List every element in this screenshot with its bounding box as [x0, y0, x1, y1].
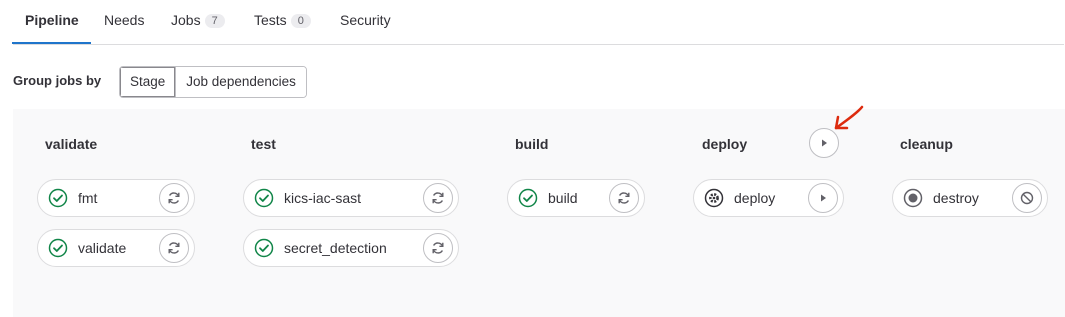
job-name: validate [78, 240, 127, 256]
status-created-icon [903, 188, 923, 208]
job-build[interactable]: build [507, 179, 645, 217]
tab-label: Tests [254, 12, 287, 28]
retry-button[interactable] [423, 183, 453, 213]
tab-needs[interactable]: Needs [104, 0, 144, 43]
retry-icon [618, 192, 630, 204]
cancel-button[interactable] [1012, 183, 1042, 213]
job-name: destroy [933, 190, 979, 206]
job-name: deploy [734, 190, 776, 206]
group-by-dependencies-button[interactable]: Job dependencies [175, 67, 306, 97]
job-name: kics-iac-sast [284, 190, 362, 206]
job-deploy[interactable]: deploy [693, 179, 844, 217]
group-by-stage-button[interactable]: Stage [120, 67, 176, 97]
job-name: fmt [78, 190, 98, 206]
retry-icon [432, 242, 444, 254]
status-success-icon [254, 188, 274, 208]
play-icon [822, 139, 827, 147]
stage-title-deploy: deploy [702, 136, 748, 152]
retry-button[interactable] [159, 183, 189, 213]
retry-button[interactable] [609, 183, 639, 213]
job-name: secret_detection [284, 240, 387, 256]
status-success-icon [518, 188, 538, 208]
group-by-toggle: Stage Job dependencies [119, 66, 307, 98]
tab-security[interactable]: Security [340, 0, 391, 43]
tab-jobs[interactable]: Jobs 7 [171, 0, 225, 43]
tab-pipeline[interactable]: Pipeline [12, 0, 91, 44]
stage-title-validate: validate [45, 136, 98, 152]
retry-button[interactable] [159, 233, 189, 263]
tab-label: Pipeline [25, 12, 79, 28]
retry-icon [168, 242, 180, 254]
count-badge: 7 [204, 14, 225, 28]
annotation-arrow [834, 105, 864, 130]
status-manual-gear-icon [704, 188, 724, 208]
job-secret-detection[interactable]: secret_detection [243, 229, 459, 267]
count-badge: 0 [290, 14, 311, 28]
status-success-icon [48, 238, 68, 258]
job-kics-iac-sast[interactable]: kics-iac-sast [243, 179, 459, 217]
tab-label: Security [340, 12, 391, 28]
tab-label: Jobs [171, 12, 201, 28]
stage-title-cleanup: cleanup [900, 136, 953, 152]
tab-label: Needs [104, 12, 145, 28]
status-success-icon [48, 188, 68, 208]
job-destroy[interactable]: destroy [892, 179, 1048, 217]
tab-tests[interactable]: Tests 0 [254, 0, 311, 43]
job-fmt[interactable]: fmt [37, 179, 195, 217]
retry-icon [168, 192, 180, 204]
play-button[interactable] [808, 183, 838, 213]
stage-title-build: build [515, 136, 549, 152]
retry-button[interactable] [423, 233, 453, 263]
status-success-icon [254, 238, 274, 258]
job-validate[interactable]: validate [37, 229, 195, 267]
play-icon [821, 194, 826, 202]
stage-title-test: test [251, 136, 276, 152]
cancel-icon [1020, 191, 1034, 205]
pipeline-tabs: Pipeline Needs Jobs 7 Tests 0 Security [12, 0, 1064, 45]
job-name: build [548, 190, 578, 206]
group-jobs-by-label: Group jobs by [13, 73, 102, 88]
retry-icon [432, 192, 444, 204]
